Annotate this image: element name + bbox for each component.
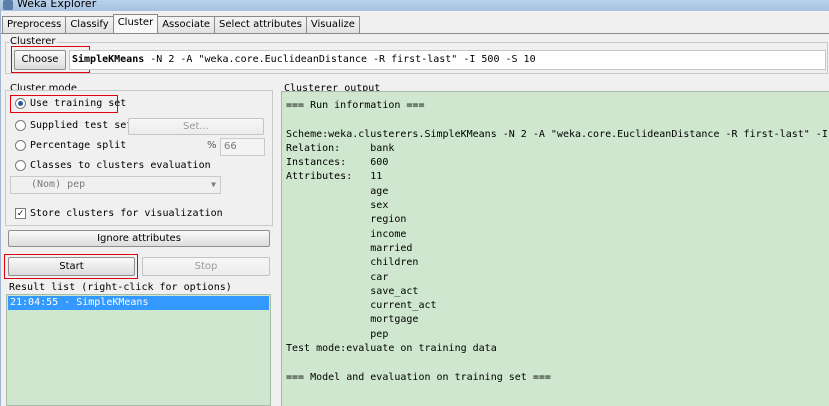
clusterer-output-text: === Run information === Scheme:weka.clus… xyxy=(286,100,828,383)
clusterer-name: SimpleKMeans xyxy=(72,54,145,65)
tab-cluster[interactable]: Cluster xyxy=(112,14,159,33)
weka-app-icon xyxy=(3,0,13,10)
use-training-set-highlight xyxy=(10,95,118,113)
result-list-label: Result list (right-click for options) xyxy=(9,282,232,293)
set-test-set-button[interactable]: Set... xyxy=(128,118,264,135)
stop-button[interactable]: Stop xyxy=(142,257,270,276)
tab-bar: Preprocess Classify Cluster Associate Se… xyxy=(2,14,360,34)
tab-preprocess[interactable]: Preprocess xyxy=(2,16,67,33)
supplied-test-set-label: Supplied test set xyxy=(30,120,133,131)
clusterer-options: -N 2 -A "weka.core.EuclideanDistance -R … xyxy=(144,54,536,65)
percentage-split-input[interactable]: 66 xyxy=(220,138,265,156)
classes-to-clusters-radio[interactable] xyxy=(15,160,26,171)
chevron-down-icon: ▼ xyxy=(211,180,216,189)
percent-sign: % xyxy=(207,140,217,151)
percentage-split-option[interactable]: Percentage split xyxy=(15,140,126,151)
start-button-highlight xyxy=(4,254,138,279)
store-clusters-option[interactable]: ✓ Store clusters for visualization xyxy=(15,208,223,219)
classes-to-clusters-option[interactable]: Classes to clusters evaluation xyxy=(15,160,211,171)
explorer-window: Preprocess Classify Cluster Associate Se… xyxy=(0,11,829,406)
window-title: Weka Explorer xyxy=(17,0,97,10)
supplied-test-set-option[interactable]: Supplied test set xyxy=(15,120,132,131)
clusterer-output-panel[interactable]: === Run information === Scheme:weka.clus… xyxy=(281,91,829,406)
class-attribute-value: (Nom) pep xyxy=(31,179,86,190)
ignore-attributes-button[interactable]: Ignore attributes xyxy=(8,230,270,247)
tab-select-attributes[interactable]: Select attributes xyxy=(214,16,307,33)
tab-associate[interactable]: Associate xyxy=(157,16,216,33)
result-list-item[interactable]: 21:04:55 - SimpleKMeans xyxy=(8,296,269,310)
clusterer-config-field[interactable]: SimpleKMeans -N 2 -A "weka.core.Euclidea… xyxy=(69,50,826,70)
tab-separator xyxy=(1,33,829,34)
tab-classify[interactable]: Classify xyxy=(65,16,114,33)
percentage-split-radio[interactable] xyxy=(15,140,26,151)
class-attribute-select[interactable]: (Nom) pep ▼ xyxy=(10,176,221,194)
store-clusters-checkbox[interactable]: ✓ xyxy=(15,208,26,219)
percentage-split-label: Percentage split xyxy=(30,140,127,151)
classes-to-clusters-label: Classes to clusters evaluation xyxy=(30,160,211,171)
result-list[interactable]: 21:04:55 - SimpleKMeans xyxy=(6,294,271,406)
tab-visualize[interactable]: Visualize xyxy=(305,16,360,33)
supplied-test-set-radio[interactable] xyxy=(15,120,26,131)
store-clusters-label: Store clusters for visualization xyxy=(30,208,223,219)
title-bar: Weka Explorer xyxy=(0,0,829,11)
